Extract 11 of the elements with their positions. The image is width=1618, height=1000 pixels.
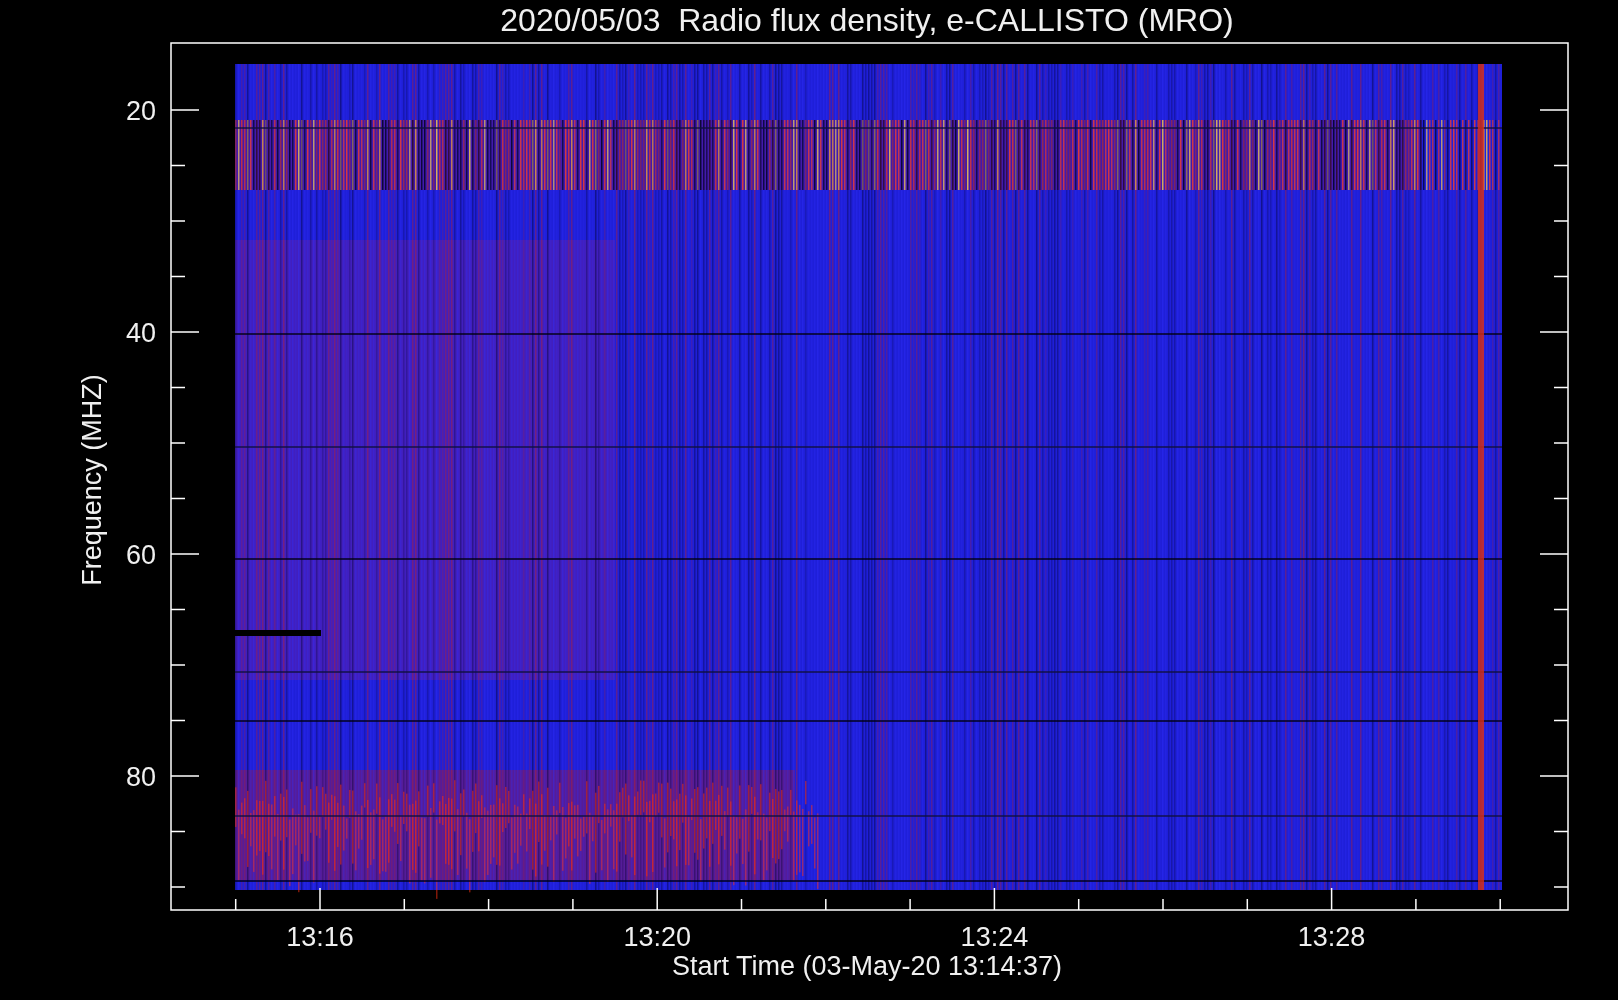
x-axis-title: Start Time (03-May-20 13:14:37) [671, 951, 1063, 981]
tick-label: 13:20 [623, 922, 691, 952]
tick-label: 13:16 [286, 922, 354, 952]
tick-label: 13:28 [1297, 922, 1366, 952]
tick-label: 80 [125, 762, 156, 792]
tick-label: 20 [125, 96, 156, 126]
y-axis-title: Frequency (MHZ) [77, 374, 107, 586]
tick-label: 60 [125, 540, 156, 570]
tick-label: 40 [125, 318, 156, 348]
tick-label: 13:24 [960, 922, 1029, 952]
chart-title: 2020/05/03 Radio flux density, e-CALLISTO (MRO) [500, 2, 1234, 38]
